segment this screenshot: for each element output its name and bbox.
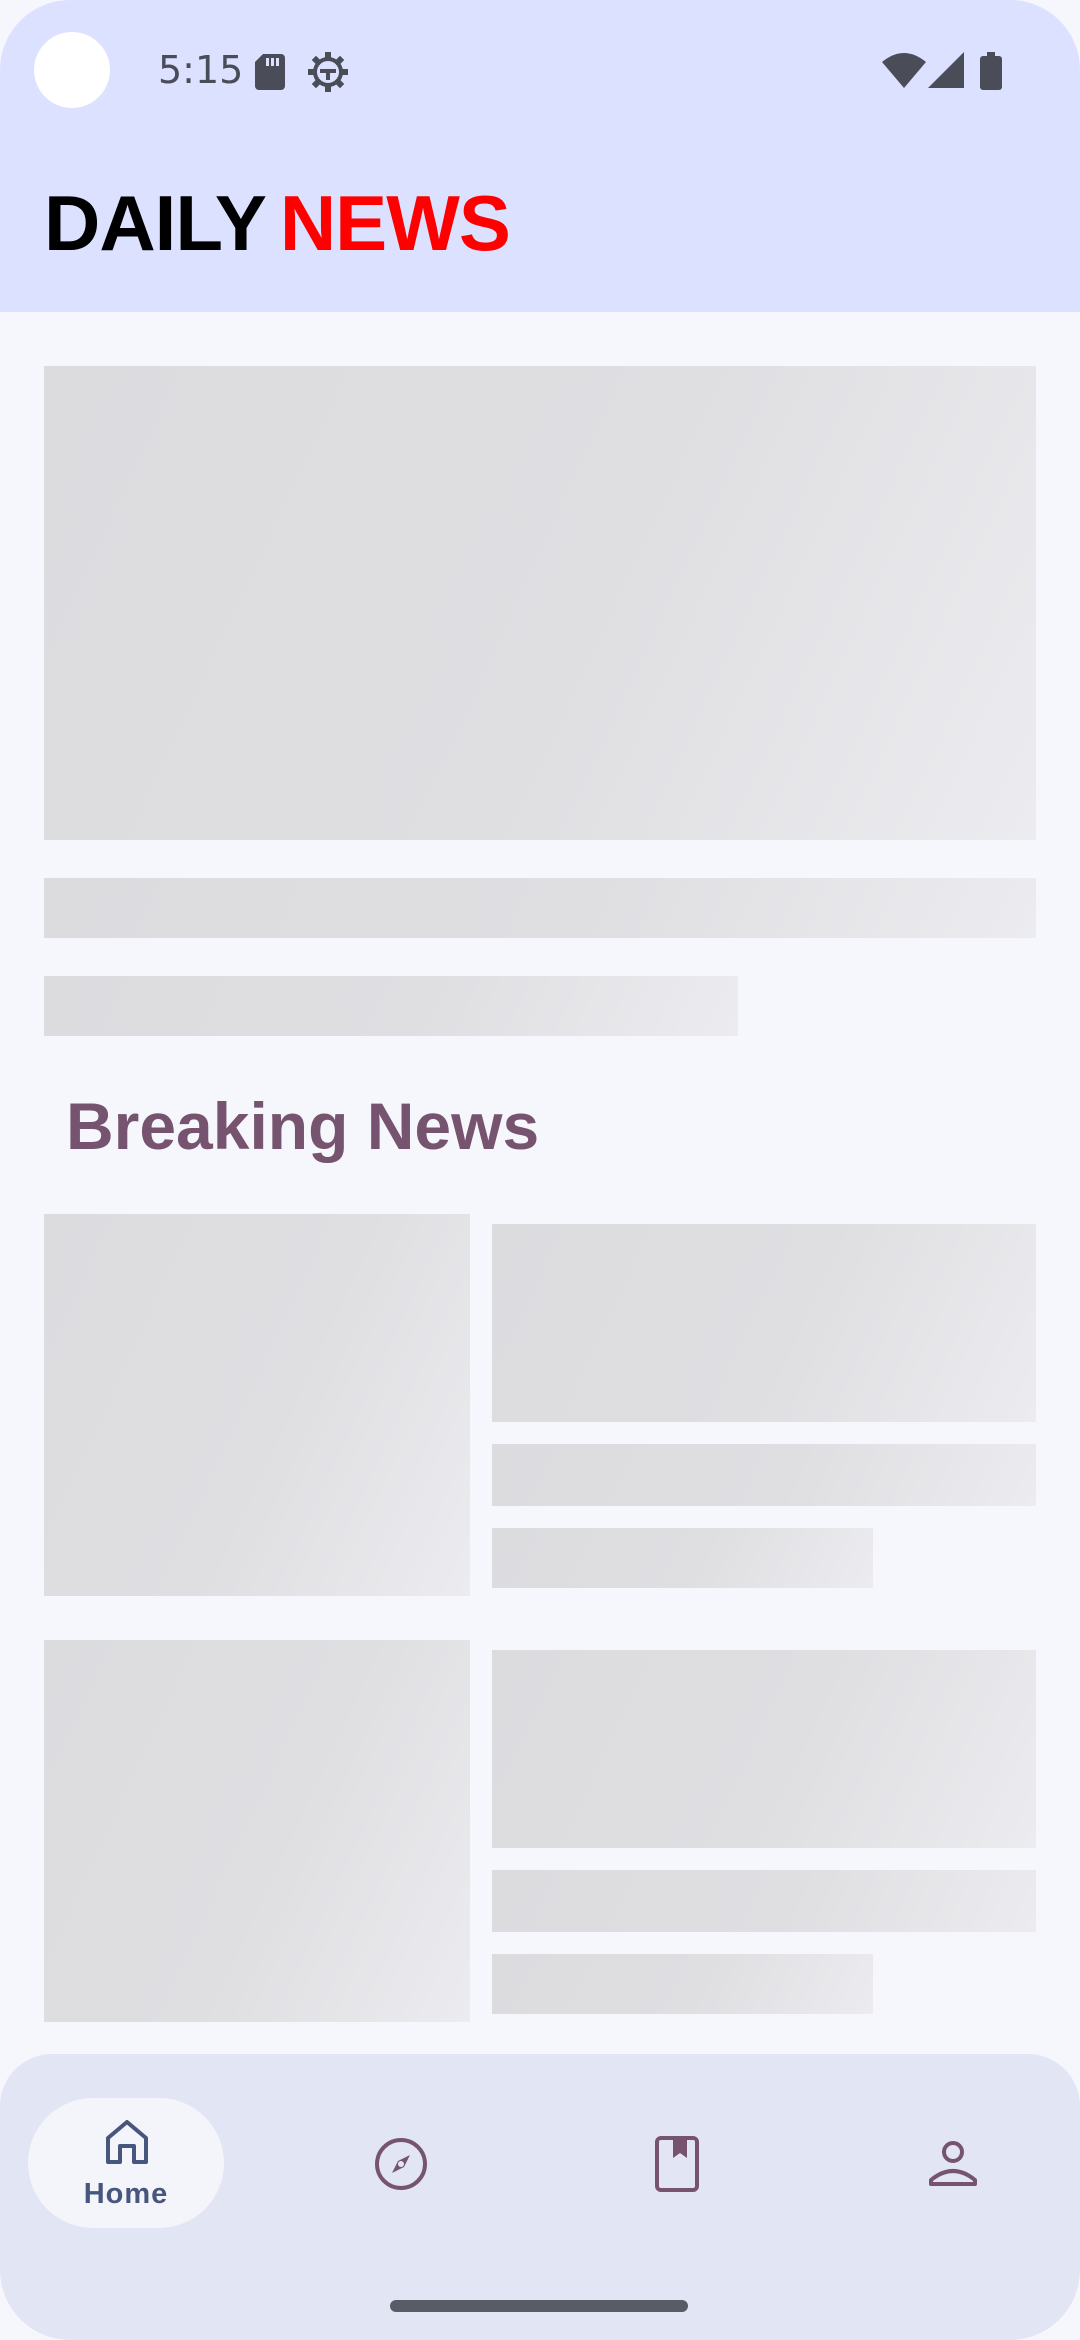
home-icon xyxy=(106,2120,148,2164)
breaking-news-heading: Breaking News xyxy=(66,1089,540,1163)
nav-saved-tab[interactable] xyxy=(622,2098,732,2228)
nav-home-tab[interactable]: Home xyxy=(28,2098,224,2228)
news-item-2-short-line-placeholder xyxy=(492,1954,873,2014)
app-header: 5:15 DAILY NEWS xyxy=(0,0,1080,312)
news-item-2-thumbnail-placeholder[interactable] xyxy=(44,1640,470,2022)
app-logo-title: DAILY NEWS xyxy=(44,178,511,268)
status-time: 5:15 xyxy=(158,48,244,92)
bottom-navigation-bar: Home xyxy=(0,2054,1080,2340)
sd-card-icon xyxy=(255,54,285,90)
bookmark-icon xyxy=(655,2136,699,2192)
battery-icon xyxy=(980,52,1002,90)
camera-cutout xyxy=(34,32,110,108)
news-item-1-line-placeholder xyxy=(492,1444,1036,1506)
profile-icon xyxy=(929,2141,977,2186)
news-item-1-thumbnail-placeholder[interactable] xyxy=(44,1214,470,1596)
home-gesture-indicator[interactable] xyxy=(390,2300,688,2312)
featured-image-placeholder[interactable] xyxy=(44,366,1036,840)
featured-title-line-placeholder xyxy=(44,878,1036,938)
wifi-icon xyxy=(882,53,926,88)
compass-icon xyxy=(375,2138,427,2190)
news-item-2-line-placeholder xyxy=(492,1870,1036,1932)
status-bar: 5:15 xyxy=(0,0,1080,140)
news-item-2-title-placeholder xyxy=(492,1650,1036,1848)
phone-screen: 5:15 DAILY NEWS Breaking News Home xyxy=(0,0,1080,2340)
gear-icon xyxy=(308,52,348,92)
brand-news: NEWS xyxy=(279,179,511,267)
nav-home-label: Home xyxy=(83,2178,169,2210)
brand-daily: DAILY xyxy=(44,179,267,267)
nav-profile-tab[interactable] xyxy=(898,2098,1008,2228)
news-item-1-title-placeholder xyxy=(492,1224,1036,1422)
nav-explore-tab[interactable] xyxy=(346,2098,456,2228)
featured-subtitle-line-placeholder xyxy=(44,976,738,1036)
news-item-1-short-line-placeholder xyxy=(492,1528,873,1588)
signal-icon xyxy=(928,52,964,88)
